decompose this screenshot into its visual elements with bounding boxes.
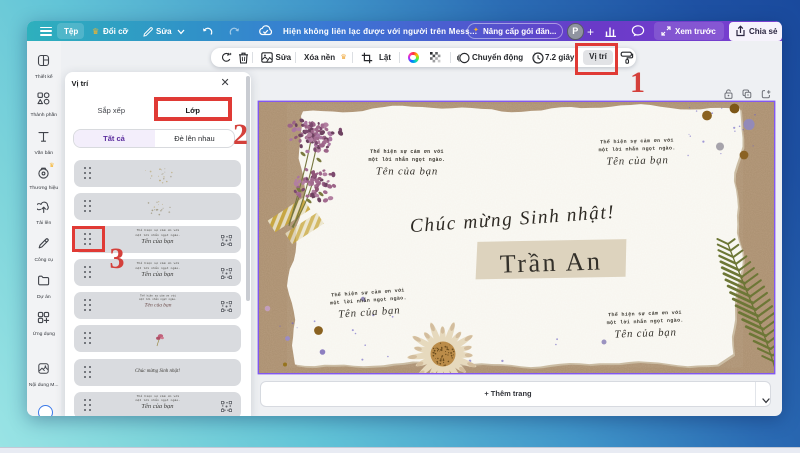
svg-text:Tên của bạn: Tên của bạn	[614, 326, 677, 340]
svg-text:Tên của bạn: Tên của bạn	[606, 154, 668, 168]
svg-text:một lời nhắn ngọt ngào.: một lời nhắn ngọt ngào.	[368, 154, 445, 162]
svg-text:Trần An: Trần An	[499, 246, 602, 278]
svg-text:Thể hiện sự cảm ơn với: Thể hiện sự cảm ơn với	[370, 148, 444, 155]
svg-text:Tên của bạn: Tên của bạn	[376, 165, 438, 177]
